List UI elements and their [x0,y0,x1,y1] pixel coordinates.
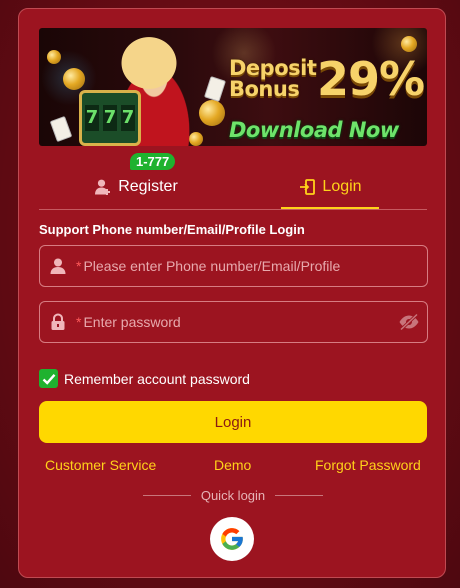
login-button[interactable]: Login [39,401,427,443]
gold-coin [401,36,417,52]
account-input[interactable] [83,258,427,274]
remember-password-row[interactable]: Remember account password [39,369,250,388]
tab-login-label: Login [322,177,362,195]
quick-login-label: Quick login [200,488,266,503]
gold-coin [63,68,85,90]
login-modal: 7 7 7 Deposit Bonus 29% Download Now 1-7… [18,8,446,578]
remember-checkbox[interactable] [39,369,58,388]
slot-reel: 7 [103,105,117,131]
login-door-icon [300,178,316,195]
password-input[interactable] [83,314,391,330]
remember-label: Remember account password [64,370,250,387]
tab-register[interactable]: 1-777 Register [39,153,233,209]
tabs-divider [39,209,427,210]
promo-banner[interactable]: 7 7 7 Deposit Bonus 29% Download Now [39,28,427,146]
password-field[interactable]: * [39,301,428,343]
user-icon [50,258,66,274]
banner-line-bonus: Bonus [229,77,300,101]
playing-card [49,115,73,143]
support-hint: Support Phone number/Email/Profile Login [39,222,305,237]
gold-coin [47,50,61,64]
banner-headline: Deposit Bonus [229,56,317,101]
required-mark: * [76,258,82,274]
slot-machine: 7 7 7 [79,90,141,146]
tab-register-label: Register [118,177,178,195]
lock-icon [51,313,65,330]
register-badge: 1-777 [130,153,176,170]
toggle-password-visibility[interactable] [391,313,427,331]
banner-line-deposit: Deposit [229,56,317,80]
customer-service-link[interactable]: Customer Service [45,457,156,473]
slot-reel: 7 [121,105,135,131]
hostess-hair [114,36,184,96]
demo-link[interactable]: Demo [214,457,251,473]
banner-download-now: Download Now [229,118,399,142]
add-user-icon [95,179,111,195]
banner-percent: 29% [317,52,425,106]
divider-line [143,495,191,496]
auth-tabs: 1-777 Register Login [39,153,427,210]
check-icon [42,373,55,385]
tab-login[interactable]: Login [233,164,427,209]
account-field[interactable]: * [39,245,428,287]
divider-line [275,495,323,496]
forgot-password-link[interactable]: Forgot Password [315,457,421,473]
eye-off-icon [399,313,419,331]
slot-reel: 7 [85,105,99,131]
required-mark: * [76,314,82,330]
google-login-button[interactable] [210,517,254,561]
google-icon [221,528,243,550]
quick-login-divider: Quick login [143,488,323,503]
